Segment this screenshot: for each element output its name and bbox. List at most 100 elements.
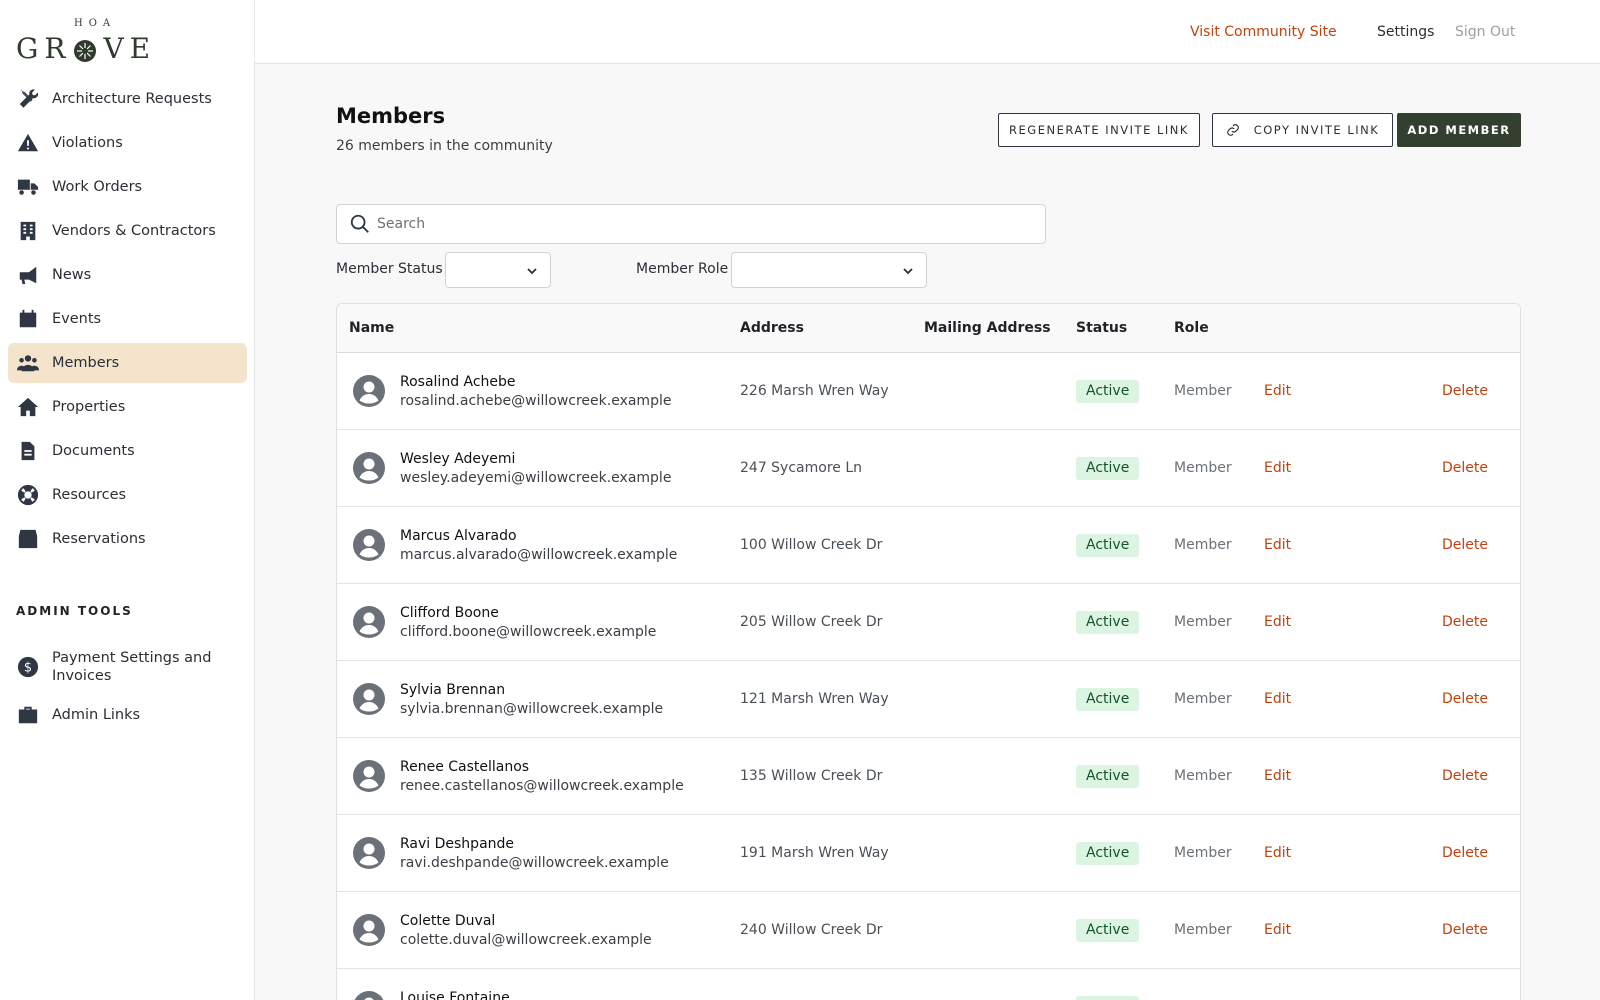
delete-link[interactable]: Delete (1442, 460, 1488, 476)
status-badge: Active (1076, 996, 1140, 1000)
column-role[interactable]: Role (1174, 320, 1209, 336)
home-icon (17, 396, 39, 418)
delete-link[interactable]: Delete (1442, 922, 1488, 938)
edit-link[interactable]: Edit (1264, 691, 1291, 707)
page-title: Members (336, 104, 446, 128)
logo-grove-left: GR (16, 32, 72, 65)
search-icon (350, 214, 369, 233)
table-row: Wesley Adeyemi wesley.adeyemi@willowcree… (337, 430, 1520, 507)
sidebar-item-payment-settings[interactable]: $ Payment Settings and Invoices (8, 643, 247, 691)
sidebar-item-violations[interactable]: Violations (8, 123, 247, 163)
avatar-icon (353, 606, 385, 638)
add-member-button[interactable]: ADD MEMBER (1397, 113, 1521, 147)
sidebar-item-reservations[interactable]: Reservations (8, 519, 247, 559)
member-role-select[interactable] (731, 252, 927, 288)
edit-link[interactable]: Edit (1264, 614, 1291, 630)
avatar-icon (353, 837, 385, 869)
logo-grove-right: VE (103, 32, 157, 65)
copy-invite-link-button[interactable]: COPY INVITE LINK (1212, 113, 1393, 147)
sidebar-item-properties[interactable]: Properties (8, 387, 247, 427)
status-badge: Active (1076, 842, 1140, 865)
admin-tools-heading: ADMIN TOOLS (16, 604, 133, 618)
table-row: Ravi Deshpande ravi.deshpande@willowcree… (337, 815, 1520, 892)
tree-medallion-icon (73, 37, 97, 62)
member-status-select[interactable] (445, 252, 551, 288)
member-role-label: Member Role (636, 261, 729, 277)
member-email: ravi.deshpande@willowcreek.example (400, 855, 669, 871)
status-badge: Active (1076, 380, 1140, 403)
sidebar-nav: Architecture Requests Violations Work Or… (8, 79, 247, 563)
sidebar-item-architecture-requests[interactable]: Architecture Requests (8, 79, 247, 119)
calendar-icon (17, 308, 39, 330)
delete-link[interactable]: Delete (1442, 768, 1488, 784)
column-mailing-address[interactable]: Mailing Address (924, 320, 1051, 336)
svg-text:$: $ (24, 661, 32, 676)
member-role: Member (1174, 845, 1232, 861)
members-table: Name Address Mailing Address Status Role… (336, 303, 1521, 1000)
member-email: sylvia.brennan@willowcreek.example (400, 701, 664, 717)
avatar-icon (353, 452, 385, 484)
delete-link[interactable]: Delete (1442, 691, 1488, 707)
table-header: Name Address Mailing Address Status Role (337, 304, 1520, 353)
member-name: Sylvia Brennan (400, 682, 506, 698)
member-role: Member (1174, 922, 1232, 938)
sidebar-item-events[interactable]: Events (8, 299, 247, 339)
member-role: Member (1174, 614, 1232, 630)
member-name: Colette Duval (400, 913, 496, 929)
search-box (336, 204, 1046, 244)
delete-link[interactable]: Delete (1442, 845, 1488, 861)
sidebar-item-documents[interactable]: Documents (8, 431, 247, 471)
edit-link[interactable]: Edit (1264, 383, 1291, 399)
edit-link[interactable]: Edit (1264, 922, 1291, 938)
sidebar-item-news[interactable]: News (8, 255, 247, 295)
sidebar-item-admin-links[interactable]: Admin Links (8, 695, 247, 735)
member-address: 191 Marsh Wren Way (740, 845, 889, 861)
sidebar-item-vendors-contractors[interactable]: Vendors & Contractors (8, 211, 247, 251)
settings-link[interactable]: Settings (1377, 24, 1434, 40)
delete-link[interactable]: Delete (1442, 614, 1488, 630)
building-icon (17, 220, 39, 242)
truck-icon (17, 176, 39, 198)
regenerate-invite-link-button[interactable]: REGENERATE INVITE LINK (998, 113, 1200, 147)
column-address[interactable]: Address (740, 320, 804, 336)
member-role: Member (1174, 691, 1232, 707)
member-name: Louise Fontaine (400, 990, 510, 1000)
member-role: Member (1174, 537, 1232, 553)
member-address: 240 Willow Creek Dr (740, 922, 883, 938)
status-badge: Active (1076, 765, 1140, 788)
table-row: Marcus Alvarado marcus.alvarado@willowcr… (337, 507, 1520, 584)
member-address: 226 Marsh Wren Way (740, 383, 889, 399)
edit-link[interactable]: Edit (1264, 460, 1291, 476)
search-input[interactable] (377, 216, 997, 232)
admin-nav: $ Payment Settings and Invoices Admin Li… (8, 643, 247, 739)
table-row: Renee Castellanos renee.castellanos@will… (337, 738, 1520, 815)
edit-link[interactable]: Edit (1264, 768, 1291, 784)
chevron-down-icon (527, 268, 537, 275)
sidebar-item-work-orders[interactable]: Work Orders (8, 167, 247, 207)
visit-community-site-link[interactable]: Visit Community Site (1190, 24, 1337, 40)
warning-icon (17, 132, 39, 154)
table-row: Rosalind Achebe rosalind.achebe@willowcr… (337, 353, 1520, 430)
member-email: rosalind.achebe@willowcreek.example (400, 393, 672, 409)
edit-link[interactable]: Edit (1264, 845, 1291, 861)
edit-link[interactable]: Edit (1264, 537, 1291, 553)
lifebuoy-icon (17, 484, 39, 506)
avatar-icon (353, 375, 385, 407)
delete-link[interactable]: Delete (1442, 537, 1488, 553)
member-address: 205 Willow Creek Dr (740, 614, 883, 630)
column-name[interactable]: Name (349, 320, 394, 336)
status-badge: Active (1076, 688, 1140, 711)
member-name: Wesley Adeyemi (400, 451, 516, 467)
sidebar-item-resources[interactable]: Resources (8, 475, 247, 515)
delete-link[interactable]: Delete (1442, 383, 1488, 399)
avatar-icon (353, 914, 385, 946)
sidebar-item-members[interactable]: Members (8, 343, 247, 383)
sign-out-link[interactable]: Sign Out (1455, 24, 1515, 40)
hoa-grove-logo[interactable]: HOA GR VE (16, 18, 166, 65)
megaphone-icon (17, 264, 39, 286)
member-email: clifford.boone@willowcreek.example (400, 624, 657, 640)
member-address: 100 Willow Creek Dr (740, 537, 883, 553)
column-status[interactable]: Status (1076, 320, 1127, 336)
avatar-icon (353, 683, 385, 715)
member-address: 247 Sycamore Ln (740, 460, 863, 476)
